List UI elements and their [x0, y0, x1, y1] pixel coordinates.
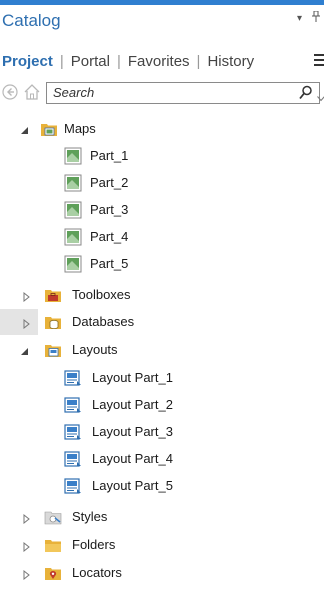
- hamburger-menu-icon[interactable]: [314, 54, 324, 66]
- collapsed-triangle-icon[interactable]: [22, 568, 32, 581]
- pane-controls: ▾: [297, 10, 320, 25]
- layout-item[interactable]: Layout Part_3: [0, 419, 324, 445]
- tree-node-label: Locators: [72, 565, 122, 580]
- layout-icon: [64, 369, 82, 387]
- expanded-triangle-icon[interactable]: [20, 124, 30, 134]
- tree-node-databases[interactable]: Databases: [0, 309, 324, 335]
- pane-titlebar: Catalog ▾: [0, 5, 324, 33]
- map-icon: [64, 228, 82, 246]
- collapsed-triangle-icon[interactable]: [22, 512, 32, 525]
- tree-node-folders[interactable]: Folders: [0, 532, 324, 558]
- tree-node-maps[interactable]: Maps: [0, 116, 324, 142]
- map-item-label: Part_4: [90, 229, 129, 244]
- map-item-label: Part_5: [90, 256, 129, 271]
- layouts-folder-icon: [44, 341, 62, 359]
- tab-separator: |: [116, 52, 121, 70]
- layout-item[interactable]: Layout Part_1: [0, 365, 324, 391]
- tab-project[interactable]: Project: [0, 53, 55, 70]
- map-icon: [64, 201, 82, 219]
- styles-folder-icon: [44, 508, 62, 526]
- map-item[interactable]: Part_5: [0, 251, 324, 277]
- pane-title: Catalog: [2, 11, 61, 30]
- layout-item-label: Layout Part_1: [92, 370, 173, 385]
- pin-icon[interactable]: [312, 10, 320, 25]
- database-folder-icon: [44, 313, 62, 331]
- catalog-tabs: Project | Portal | Favorites | History: [0, 50, 324, 72]
- tab-history[interactable]: History: [205, 53, 256, 70]
- map-icon: [64, 255, 82, 273]
- tree-node-label: Toolboxes: [72, 287, 131, 302]
- tree-node-styles[interactable]: Styles: [0, 504, 324, 530]
- layout-icon: [64, 450, 82, 468]
- map-item-label: Part_3: [90, 202, 129, 217]
- layout-icon: [64, 396, 82, 414]
- map-icon: [64, 174, 82, 192]
- tree-node-label: Layouts: [72, 342, 118, 357]
- pane-options-dropdown-icon[interactable]: ▾: [297, 13, 302, 24]
- layout-icon: [64, 423, 82, 441]
- tree-node-layouts[interactable]: Layouts: [0, 337, 324, 363]
- locators-folder-icon: [44, 564, 62, 582]
- tree-node-label: Styles: [72, 509, 108, 524]
- chevron-down-icon[interactable]: [317, 89, 324, 102]
- tree-node-label: Folders: [72, 537, 116, 552]
- collapsed-triangle-icon[interactable]: [22, 540, 32, 553]
- map-item[interactable]: Part_1: [0, 143, 324, 169]
- search-input[interactable]: [53, 84, 273, 101]
- toolbox-folder-icon: [44, 286, 62, 304]
- layout-item-label: Layout Part_5: [92, 478, 173, 493]
- tree-node-locators[interactable]: Locators: [0, 560, 324, 586]
- layout-item-label: Layout Part_4: [92, 451, 173, 466]
- layout-item-label: Layout Part_3: [92, 424, 173, 439]
- collapsed-triangle-icon[interactable]: [22, 317, 32, 330]
- search-icon[interactable]: [299, 85, 313, 100]
- home-icon[interactable]: [23, 83, 41, 101]
- map-item-label: Part_2: [90, 175, 129, 190]
- map-item[interactable]: Part_4: [0, 224, 324, 250]
- folder-icon: [44, 536, 62, 554]
- search-box: [46, 82, 324, 104]
- tab-portal[interactable]: Portal: [69, 53, 112, 70]
- layout-item[interactable]: Layout Part_4: [0, 446, 324, 472]
- tree-node-label: Databases: [72, 314, 135, 329]
- tab-separator: |: [196, 52, 201, 70]
- layout-item[interactable]: Layout Part_2: [0, 392, 324, 418]
- tree-node-toolboxes[interactable]: Toolboxes: [0, 282, 324, 308]
- map-item[interactable]: Part_3: [0, 197, 324, 223]
- collapsed-triangle-icon[interactable]: [22, 290, 32, 303]
- map-item-label: Part_1: [90, 148, 129, 163]
- expanded-triangle-icon[interactable]: [20, 345, 30, 355]
- maps-folder-icon: [40, 120, 58, 138]
- back-arrow-icon[interactable]: [2, 84, 18, 100]
- map-icon: [64, 147, 82, 165]
- search-row: [0, 82, 324, 104]
- tab-separator: |: [59, 52, 64, 70]
- tab-favorites[interactable]: Favorites: [126, 53, 192, 70]
- layout-item-label: Layout Part_2: [92, 397, 173, 412]
- tree-node-label: Maps: [64, 121, 96, 136]
- layout-icon: [64, 477, 82, 495]
- map-item[interactable]: Part_2: [0, 170, 324, 196]
- catalog-pane: Catalog ▾ Project | Portal | Favorites |…: [0, 0, 324, 602]
- layout-item[interactable]: Layout Part_5: [0, 473, 324, 499]
